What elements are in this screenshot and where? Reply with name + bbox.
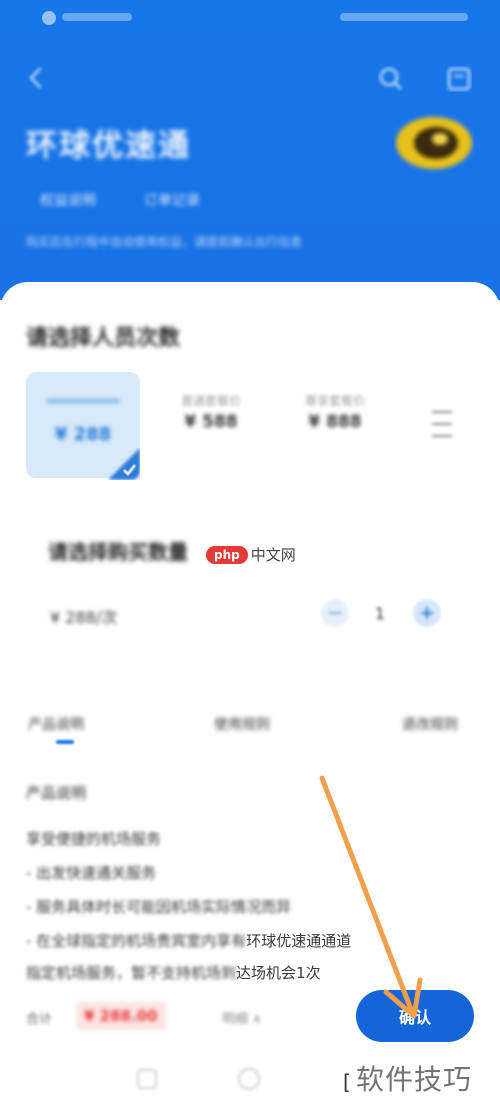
description-line: - 服务具体时长可能因机场实际情况而异 (26, 898, 292, 916)
site-logo: php 中文网 (206, 544, 296, 566)
nav-circle-icon[interactable] (236, 1066, 262, 1092)
plus-button[interactable] (412, 598, 442, 628)
nav-home-icon[interactable] (134, 1066, 160, 1092)
option-caption (46, 398, 120, 404)
description-text: 环球优速通通道 (246, 932, 352, 950)
unit-price-label: ¥ 288/次 (50, 608, 118, 627)
description-text: 1次 (296, 964, 321, 982)
description-title: 产品说明 (26, 784, 87, 802)
option-caption: 普通套餐价 (180, 394, 241, 408)
description-line: - 在全球指定的机场贵宾室内享有环球优速通通道 (26, 930, 351, 951)
description-line: 指定机场服务，暂不支持机场到达场机会1次 (26, 962, 321, 983)
option-price: ¥ 888 (308, 412, 362, 432)
page-title: 环球优速通 (26, 128, 191, 164)
description-text-blurred: - 在全球指定的机场贵宾室内享有 (26, 932, 247, 950)
active-tab-indicator (56, 740, 74, 744)
confirm-button[interactable]: 确认 (356, 990, 474, 1042)
total-label: 合计 (26, 1012, 53, 1027)
back-arrow-icon[interactable] (24, 66, 48, 90)
app-screen: 环球优速通 权益说明 订单记录 购买后在行程中自动使用权益，请提前确认出行信息 … (0, 0, 500, 1111)
status-icon (42, 11, 56, 25)
option-price: ¥ 288 (54, 424, 112, 445)
more-options-icon[interactable] (424, 404, 460, 444)
tab-product-info[interactable]: 产品说明 (28, 714, 84, 734)
tab-usage-rules[interactable]: 使用规则 (214, 714, 270, 734)
option-card-2[interactable]: 尊享套餐价 ¥ 888 (290, 392, 380, 432)
search-icon[interactable] (378, 66, 404, 92)
watermark-text: 软件技巧 (356, 1063, 473, 1096)
price-details-toggle[interactable]: 明细 ∧ (222, 1008, 262, 1027)
option-section-title: 请选择人员次数 (26, 326, 181, 351)
option-price: ¥ 588 (184, 412, 238, 432)
status-text (62, 13, 132, 21)
more-menu-icon[interactable] (446, 66, 472, 92)
header-tab-1[interactable]: 订单记录 (138, 186, 206, 216)
option-card-1[interactable]: 普通套餐价 ¥ 588 (166, 392, 256, 432)
logo-text: 中文网 (250, 546, 296, 564)
quantity-section-title: 请选择购买数量 (48, 540, 188, 564)
watermark-bracket: [ (343, 1070, 351, 1094)
logo-badge: php (206, 545, 248, 564)
description-line: 享受便捷的机场服务 (26, 830, 162, 848)
quantity-value: 1 (374, 604, 386, 623)
description-text: 达场机会 (236, 964, 297, 982)
total-price: ¥ 288.00 (76, 1002, 166, 1030)
check-icon (108, 448, 140, 480)
description-text-blurred: 指定机场服务，暂不支持机场到 (26, 964, 237, 982)
header-tab-0[interactable]: 权益说明 (34, 186, 102, 216)
option-caption: 尊享套餐价 (304, 394, 365, 408)
description-line: - 出发快速通关服务 (26, 864, 157, 882)
status-bar (0, 0, 500, 36)
header: 环球优速通 权益说明 订单记录 购买后在行程中自动使用权益，请提前确认出行信息 (0, 0, 500, 300)
status-indicators (340, 13, 468, 21)
header-subtitle: 购买后在行程中自动使用权益，请提前确认出行信息 (26, 235, 303, 249)
minus-button[interactable] (320, 598, 350, 628)
tab-refund-rules[interactable]: 退改规则 (402, 714, 458, 734)
eye-logo-icon (396, 117, 472, 169)
